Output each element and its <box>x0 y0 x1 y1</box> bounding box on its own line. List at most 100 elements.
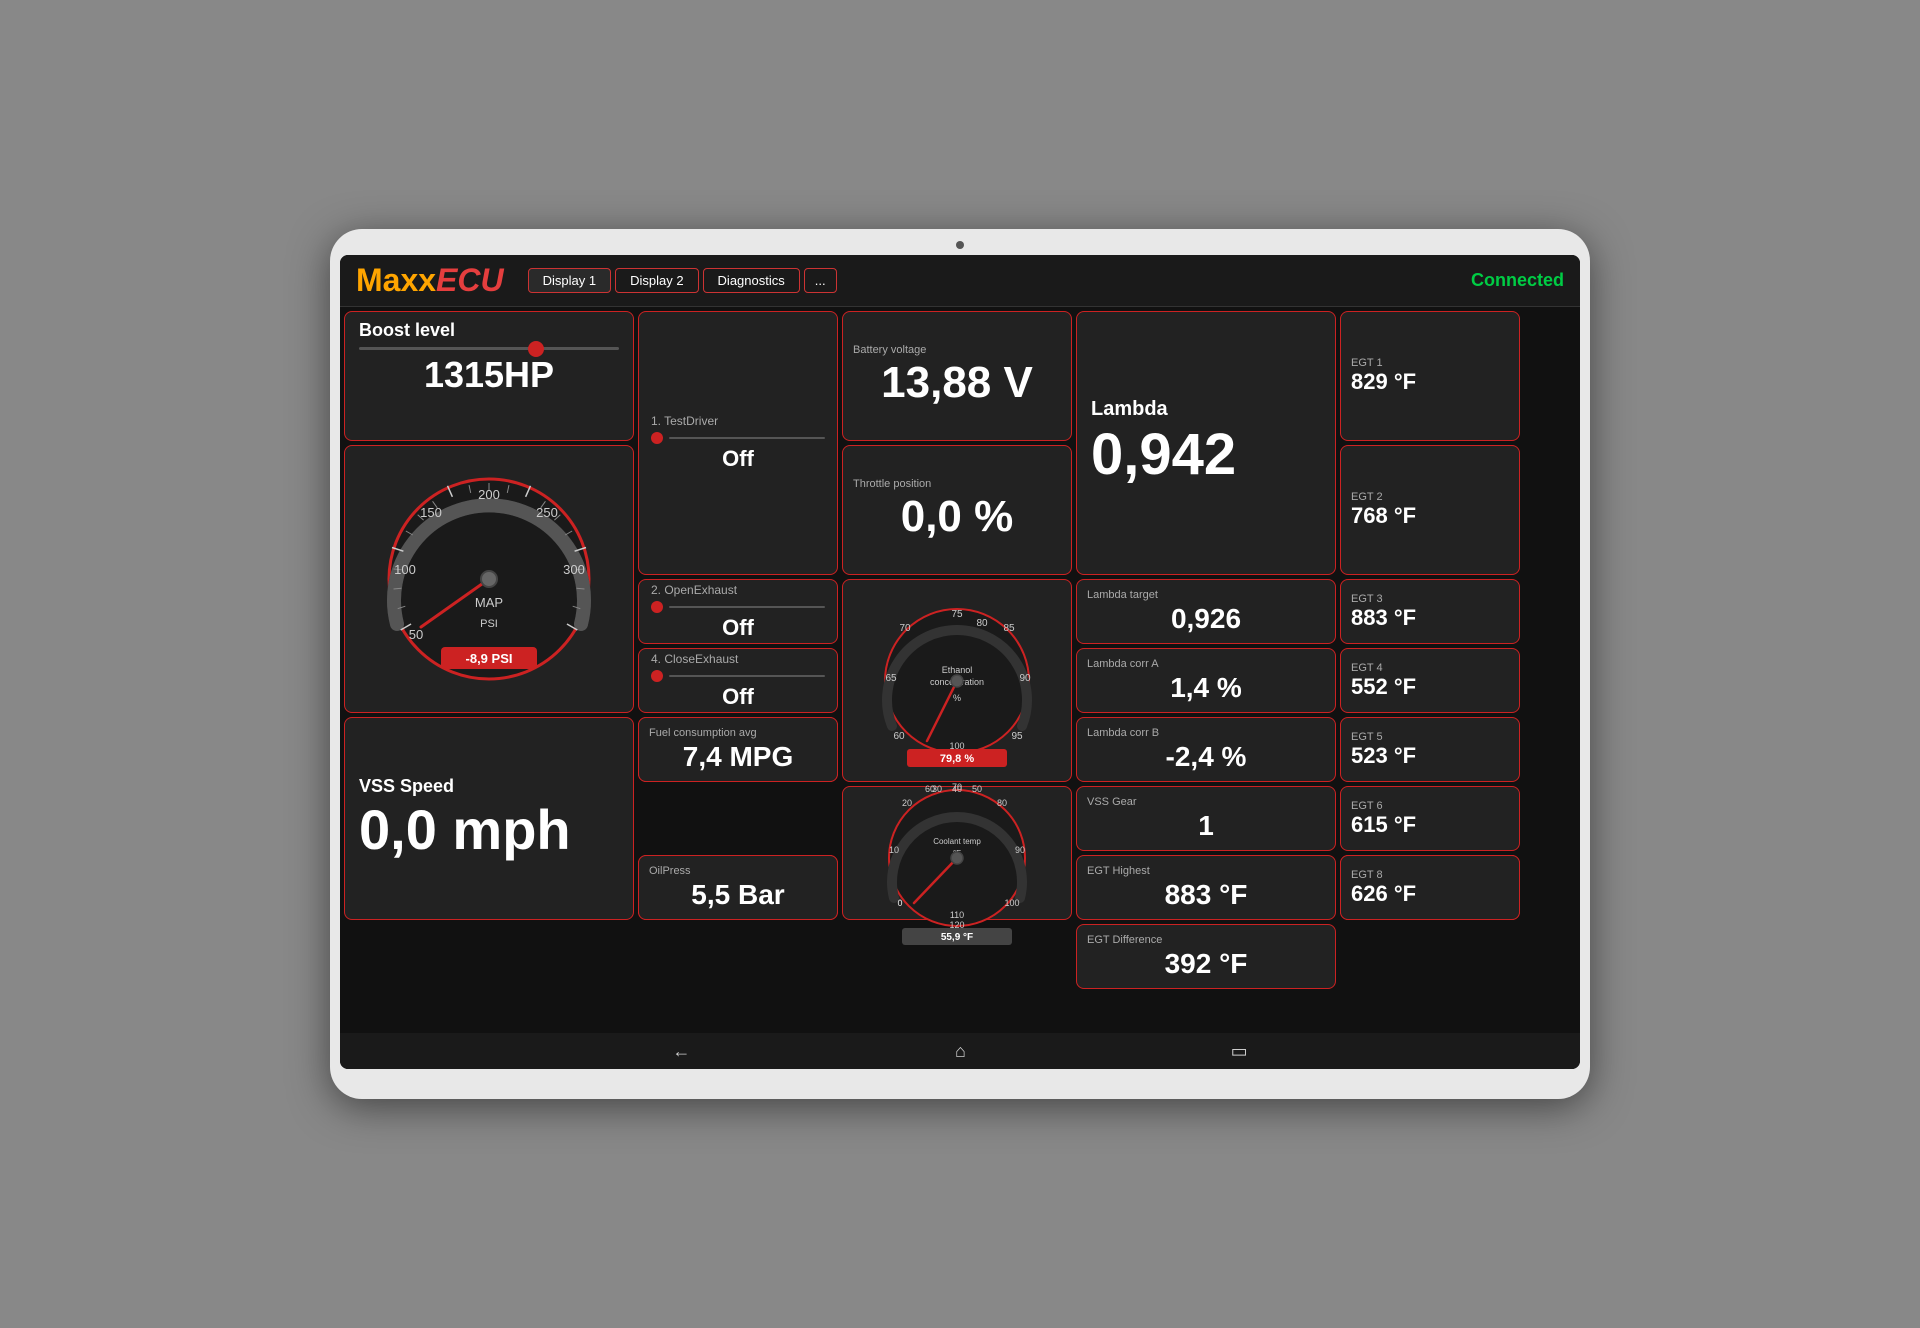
open-exhaust-slider <box>651 601 825 613</box>
egt8-label: EGT 8 <box>1351 869 1383 881</box>
battery-label: Battery voltage <box>853 344 926 356</box>
tab-display1[interactable]: Display 1 <box>528 268 611 293</box>
oil-press-widget: OilPress5,5 Bar <box>638 855 838 920</box>
tab-diagnostics[interactable]: Diagnostics <box>703 268 800 293</box>
ethanol-gauge-container: 60 65 70 75 80 85 90 95 100 Ethanol conc… <box>877 601 1037 761</box>
lambda-target-label: Lambda target <box>1087 589 1158 601</box>
connection-status: Connected <box>1471 270 1564 291</box>
egt5-widget: EGT 5 523 °F <box>1340 717 1520 782</box>
egt-highest-label: EGT Highest <box>1087 865 1150 877</box>
logo-ecu: ECU <box>436 262 504 298</box>
svg-text:110: 110 <box>950 910 964 920</box>
svg-text:75: 75 <box>951 609 963 620</box>
tablet-shell: MaxxECU Display 1 Display 2 Diagnostics … <box>330 229 1590 1099</box>
svg-text:55,9 °F: 55,9 °F <box>941 932 973 943</box>
test-driver-value: Off <box>651 446 825 472</box>
oil-press-label: OilPress <box>649 865 691 877</box>
battery-voltage-widget: Battery voltage 13,88 V <box>842 311 1072 441</box>
vss-speed-label: VSS Speed <box>359 776 454 797</box>
egt6-value: 615 °F <box>1351 812 1416 838</box>
test-driver-dot <box>651 432 663 444</box>
map-gauge-container: 50 100 150 200 250 300 MAP PSI <box>379 469 599 689</box>
svg-text:70: 70 <box>899 623 911 634</box>
tab-bar: Display 1 Display 2 Diagnostics ... <box>528 268 837 293</box>
lambda-label: Lambda <box>1091 398 1168 421</box>
svg-text:250: 250 <box>536 505 558 520</box>
open-exhaust-value: Off <box>651 615 825 641</box>
svg-text:100: 100 <box>394 562 416 577</box>
egt4-label: EGT 4 <box>1351 662 1383 674</box>
test-driver-label: 1. TestDriver <box>651 414 718 428</box>
svg-text:95: 95 <box>1011 731 1023 742</box>
svg-text:85: 85 <box>1003 623 1015 634</box>
ethanol-gauge-svg: 60 65 70 75 80 85 90 95 100 Ethanol conc… <box>877 601 1037 771</box>
lambda-value: 0,942 <box>1091 421 1236 488</box>
vss-gear-value: 1 <box>1198 810 1214 842</box>
egt4-value: 552 °F <box>1351 674 1416 700</box>
svg-text:65: 65 <box>885 673 897 684</box>
map-gauge-widget: 50 100 150 200 250 300 MAP PSI <box>344 445 634 713</box>
egt-diff-value: 392 °F <box>1165 948 1248 980</box>
close-exhaust-value: Off <box>651 684 825 710</box>
lambda-corr-b-widget: Lambda corr B -2,4 % <box>1076 717 1336 782</box>
throttle-widget: Throttle position 0,0 % <box>842 445 1072 575</box>
svg-text:60: 60 <box>893 731 905 742</box>
close-exhaust-widget: 4. CloseExhaust Off <box>638 648 838 713</box>
egt5-value: 523 °F <box>1351 743 1416 769</box>
test-driver-track <box>669 437 825 439</box>
battery-value: 13,88 V <box>881 358 1033 408</box>
egt4-widget: EGT 4 552 °F <box>1340 648 1520 713</box>
egt-diff-label: EGT Difference <box>1087 934 1162 946</box>
egt2-widget: EGT 2 768 °F <box>1340 445 1520 575</box>
map-gauge-svg: 50 100 150 200 250 300 MAP PSI <box>379 469 599 689</box>
svg-text:Ethanol: Ethanol <box>942 665 973 675</box>
svg-text:79,8 %: 79,8 % <box>940 753 974 765</box>
lambda-corr-a-value: 1,4 % <box>1170 672 1242 704</box>
logo-maxx: Maxx <box>356 262 436 298</box>
home-button[interactable]: ⌂ <box>955 1041 966 1062</box>
svg-text:150: 150 <box>420 505 442 520</box>
back-button[interactable]: ← <box>672 1041 690 1062</box>
svg-text:60: 60 <box>925 784 935 794</box>
svg-text:80: 80 <box>976 618 988 629</box>
screen: MaxxECU Display 1 Display 2 Diagnostics … <box>340 255 1580 1069</box>
egt-highest-value: 883 °F <box>1165 879 1248 911</box>
close-exhaust-label: 4. CloseExhaust <box>651 652 738 666</box>
egt-difference-widget: EGT Difference392 °F <box>1076 924 1336 989</box>
egt3-value: 883 °F <box>1351 605 1416 631</box>
svg-text:20: 20 <box>902 798 912 808</box>
lambda-corr-a-widget: Lambda corr A 1,4 % <box>1076 648 1336 713</box>
lambda-target-widget: Lambda target 0,926 <box>1076 579 1336 644</box>
open-exhaust-widget: 2. OpenExhaust Off <box>638 579 838 644</box>
throttle-label: Throttle position <box>853 478 931 490</box>
tab-more[interactable]: ... <box>804 268 837 293</box>
egt-highest-widget: EGT Highest 883 °F <box>1076 855 1336 920</box>
egt8-value: 626 °F <box>1351 881 1416 907</box>
vss-speed-value: 0,0 mph <box>359 797 571 862</box>
egt5-label: EGT 5 <box>1351 731 1383 743</box>
boost-slider-thumb <box>528 341 544 357</box>
egt2-label: EGT 2 <box>1351 491 1383 503</box>
open-exhaust-track <box>669 606 825 608</box>
recent-button[interactable]: ▭ <box>1231 1041 1248 1062</box>
coolant-gauge-widget: 0 10 20 30 40 50 60 70 80 90 100 110 120 <box>842 786 1072 920</box>
egt6-label: EGT 6 <box>1351 800 1383 812</box>
close-exhaust-slider <box>651 670 825 682</box>
egt3-label: EGT 3 <box>1351 593 1383 605</box>
egt3-widget: EGT 3 883 °F <box>1340 579 1520 644</box>
egt1-value: 829 °F <box>1351 369 1416 395</box>
camera <box>956 241 964 249</box>
tab-display2[interactable]: Display 2 <box>615 268 698 293</box>
svg-text:50: 50 <box>972 784 982 794</box>
lambda-corr-b-value: -2,4 % <box>1166 741 1247 773</box>
open-exhaust-dot <box>651 601 663 613</box>
lambda-corr-b-label: Lambda corr B <box>1087 727 1159 739</box>
svg-text:MAP: MAP <box>475 595 503 610</box>
svg-text:90: 90 <box>1019 673 1031 684</box>
egt2-value: 768 °F <box>1351 503 1416 529</box>
coolant-gauge-container: 0 10 20 30 40 50 60 70 80 90 100 110 120 <box>882 778 1032 928</box>
svg-text:100: 100 <box>1004 898 1019 908</box>
fuel-consumption-widget: Fuel consumption avg 7,4 MPG <box>638 717 838 782</box>
egt8-widget: EGT 8626 °F <box>1340 855 1520 920</box>
svg-text:200: 200 <box>478 487 500 502</box>
